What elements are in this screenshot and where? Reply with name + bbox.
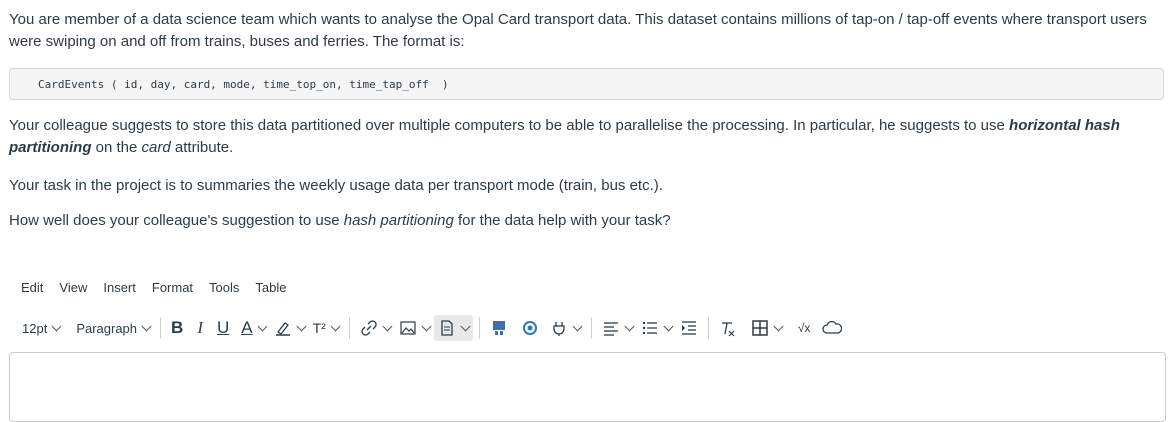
chevron-down-icon <box>624 321 635 331</box>
highlighter-icon <box>275 322 290 336</box>
toolbar-divider <box>707 317 709 339</box>
block-format-select[interactable]: Paragraph <box>72 315 154 341</box>
p4-italic: hash partitioning <box>343 212 454 229</box>
chevron-down-icon <box>773 321 784 331</box>
highlight-color-button[interactable] <box>270 315 309 341</box>
image-button[interactable] <box>395 315 434 341</box>
toolbar-divider <box>160 317 162 339</box>
superscript-icon: T² <box>312 320 326 336</box>
p4-text: for the data help with your task? <box>453 212 671 229</box>
schema-text: CardEvents ( id, day, card, mode, time_t… <box>38 78 449 91</box>
cloud-embed-button[interactable] <box>818 315 846 341</box>
text-color-icon: A <box>241 318 253 337</box>
text-color-button[interactable]: A <box>237 315 269 341</box>
p2-text: on the <box>91 139 142 156</box>
link-button[interactable] <box>356 315 395 341</box>
plug-icon <box>553 322 565 336</box>
menu-edit[interactable]: Edit <box>21 279 43 297</box>
document-icon <box>441 320 453 336</box>
equation-icon: √x <box>797 321 811 335</box>
p2-italic: card <box>141 139 171 156</box>
chevron-down-icon <box>572 321 583 331</box>
apps-icon <box>492 321 505 335</box>
indent-button[interactable] <box>676 315 702 341</box>
question-paragraph-3: Your task in the project is to summaries… <box>9 177 663 194</box>
chevron-down-icon <box>663 321 674 331</box>
menu-insert[interactable]: Insert <box>103 279 136 297</box>
align-button[interactable] <box>598 315 637 341</box>
equation-button[interactable]: √x <box>794 315 815 341</box>
question-paragraph-2: Your colleague suggests to store this da… <box>9 115 1169 159</box>
image-icon <box>400 321 416 335</box>
clear-formatting-icon <box>721 322 735 337</box>
menu-view[interactable]: View <box>59 279 87 297</box>
menu-table[interactable]: Table <box>255 279 286 297</box>
menu-tools[interactable]: Tools <box>209 279 239 297</box>
chevron-down-icon <box>141 321 152 331</box>
apps-button[interactable] <box>486 315 512 341</box>
question-paragraph-4: How well does your colleague's suggestio… <box>9 210 1169 232</box>
italic-icon: I <box>197 318 203 337</box>
plugin-button[interactable] <box>546 315 585 341</box>
clear-formatting-button[interactable] <box>715 315 741 341</box>
document-button[interactable] <box>433 315 473 341</box>
answer-editor[interactable] <box>9 352 1166 422</box>
chevron-down-icon <box>382 321 393 331</box>
table-icon <box>752 320 768 336</box>
italic-button[interactable]: I <box>193 315 207 341</box>
bullet-list-icon <box>642 321 657 335</box>
chevron-down-icon <box>296 321 307 331</box>
editor-toolbar: 12pt Paragraph B I U A T² √x <box>18 313 1168 343</box>
align-left-icon <box>603 322 618 336</box>
toolbar-divider <box>590 317 592 339</box>
link-icon <box>361 320 377 336</box>
chevron-down-icon <box>257 321 268 331</box>
bold-icon: B <box>171 318 184 337</box>
font-size-value: 12pt <box>22 320 48 336</box>
block-format-value: Paragraph <box>76 320 138 336</box>
p2-text: Your colleague suggests to store this da… <box>9 117 1010 134</box>
menu-format[interactable]: Format <box>152 279 193 297</box>
record-media-button[interactable] <box>518 315 542 341</box>
bold-button[interactable]: B <box>167 315 187 341</box>
chevron-down-icon <box>460 321 471 331</box>
cloud-icon <box>822 320 843 334</box>
indent-icon <box>681 321 696 335</box>
superscript-button[interactable]: T² <box>309 315 343 341</box>
record-icon <box>522 321 537 335</box>
toolbar-divider <box>478 317 480 339</box>
bullet-list-button[interactable] <box>637 315 676 341</box>
chevron-down-icon <box>330 321 341 331</box>
question-intro: You are member of a data science team wh… <box>9 11 1147 50</box>
p4-text: How well does your colleague's suggestio… <box>9 212 344 229</box>
chevron-down-icon <box>421 321 432 331</box>
chevron-down-icon <box>51 321 62 331</box>
underline-icon: U <box>216 318 230 337</box>
underline-button[interactable]: U <box>213 315 233 341</box>
schema-code-block: CardEvents ( id, day, card, mode, time_t… <box>9 68 1164 100</box>
font-size-select[interactable]: 12pt <box>18 315 64 341</box>
editor-menubar: Edit View Insert Format Tools Table <box>21 279 302 297</box>
toolbar-divider <box>348 317 350 339</box>
table-button[interactable] <box>747 315 786 341</box>
p2-text: attribute. <box>170 139 234 156</box>
